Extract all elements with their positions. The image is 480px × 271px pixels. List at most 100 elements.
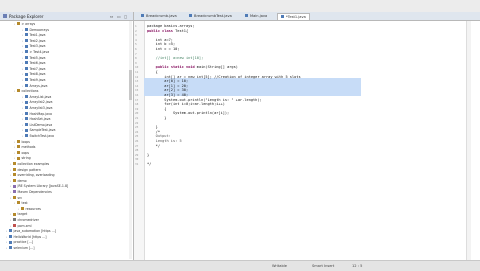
tree-item[interactable]: › Test6.java xyxy=(22,61,46,65)
tree-item-icon xyxy=(25,83,28,87)
tree-item[interactable]: › > arrays xyxy=(14,22,35,26)
minimize-icon[interactable]: ▭ xyxy=(117,14,121,19)
code-line[interactable]: public static void main(String[] args) xyxy=(147,65,238,69)
code-line[interactable]: ar[3] = 40; xyxy=(147,93,188,97)
tree-item[interactable]: › JRE System Library [JavaSE-1.8] xyxy=(10,184,68,188)
maximize-icon[interactable]: ◻ xyxy=(124,14,127,19)
code-line[interactable]: ar[0] = 10; xyxy=(147,79,188,83)
code-line[interactable]: { xyxy=(147,70,158,74)
line-number: 8 xyxy=(135,56,137,61)
tree-item-icon xyxy=(13,162,16,166)
tree-item-icon xyxy=(9,229,12,233)
tab-main[interactable]: Main.java xyxy=(242,13,270,19)
code-line[interactable]: { xyxy=(147,107,166,111)
tree-item[interactable]: › HelloWorld [https ...] xyxy=(6,235,46,239)
tree-item[interactable]: › src xyxy=(10,196,22,200)
tree-item[interactable]: › demo xyxy=(10,179,27,183)
tree-item-label: loops xyxy=(21,139,30,144)
tree-item[interactable]: › ListDemo.java xyxy=(22,123,52,127)
editor-tab-bar: Breadcrumb.java BreadcrumbTest.java Main… xyxy=(134,12,480,21)
tree-item-icon xyxy=(25,111,28,115)
tree-item[interactable]: › Arraylist2.java xyxy=(22,100,53,104)
tree-item[interactable]: › Test9.java xyxy=(22,78,46,82)
line-number: 21 xyxy=(135,116,139,120)
tree-item[interactable]: › ArrayList.java xyxy=(22,95,51,99)
tree-item[interactable]: › resources xyxy=(18,207,41,211)
tree-item[interactable]: › collections xyxy=(14,89,38,93)
tree-item[interactable]: › Arraylist3.java xyxy=(22,106,53,110)
tree-item[interactable]: › Test7.java xyxy=(22,67,46,71)
line-number: 13 xyxy=(135,79,139,84)
tree-item[interactable]: › test xyxy=(14,201,28,205)
status-cursor-position: 12 : 5 xyxy=(352,264,363,268)
tree-item[interactable]: › chromedriver xyxy=(10,218,39,222)
code-line[interactable]: ar[1] = 20; xyxy=(147,84,188,88)
tree-item-icon xyxy=(25,50,28,54)
code-line[interactable]: int b =5; xyxy=(147,42,176,46)
tab-test1[interactable]: *Test1.java xyxy=(277,13,310,20)
tree-item[interactable]: › target xyxy=(10,212,27,216)
tree-item[interactable]: › Test5.java xyxy=(22,56,46,60)
tree-item[interactable]: › oops xyxy=(14,151,29,155)
tree-item[interactable]: › Test3.java xyxy=(22,44,46,48)
tree-item[interactable]: › Test2.java xyxy=(22,39,46,43)
explorer-scrollbar[interactable] xyxy=(129,21,132,259)
tree-item[interactable]: › Maven Dependencies xyxy=(10,190,52,194)
tree-item[interactable]: › HashMap.java xyxy=(22,112,52,116)
tree-item-label: Demoarrays xyxy=(29,27,50,32)
code-line[interactable]: int a=7; xyxy=(147,38,173,42)
tree-item[interactable]: › Test1.java xyxy=(22,33,46,37)
code-line[interactable]: int c = 10; xyxy=(147,47,180,51)
tree-item-icon xyxy=(17,139,20,143)
code-line[interactable]: System.out.println(ar[i]); xyxy=(147,111,229,115)
collapse-all-icon[interactable]: ⇔ xyxy=(110,14,113,19)
tree-item[interactable]: › overriding, overloading xyxy=(10,173,55,177)
code-line[interactable]: for(int i=0;i<ar.length;i++) xyxy=(147,102,225,106)
code-line[interactable]: ar[2] = 30; xyxy=(147,88,188,92)
tree-item-label: string xyxy=(21,156,31,161)
code-line[interactable]: Length is: 5 xyxy=(147,139,182,143)
code-line[interactable]: Output: xyxy=(147,134,171,138)
tree-item[interactable]: › > Test4.java xyxy=(22,50,49,54)
tree-item[interactable]: › HashSet.java xyxy=(22,117,50,121)
tree-item[interactable]: › SampleTest.java xyxy=(22,128,55,132)
line-number: 4 xyxy=(135,37,137,42)
tree-item[interactable]: › string xyxy=(14,156,31,160)
tree-item[interactable]: › Demoarrays xyxy=(22,28,49,32)
code-line[interactable]: */ xyxy=(147,144,160,148)
code-line[interactable]: package basics.arrays; xyxy=(147,24,195,28)
code-line[interactable]: int[] ar = new int[5]; //Creation of int… xyxy=(147,75,300,79)
package-explorer-tab[interactable]: Package Explorer ⇔ ▭ ◻ xyxy=(0,12,133,21)
tree-item-label: test xyxy=(21,201,28,206)
line-number: 6 xyxy=(135,47,137,51)
tree-item-icon xyxy=(9,235,12,239)
tree-item[interactable]: › Arrays.java xyxy=(22,84,47,88)
tree-item[interactable]: › design pattern xyxy=(10,168,41,172)
line-number: 22 xyxy=(135,120,139,125)
tree-item-icon xyxy=(13,167,16,171)
tree-item[interactable]: › loops xyxy=(14,140,30,144)
tree-item[interactable]: › Test8.java xyxy=(22,72,46,76)
tree-item[interactable]: › selenium [...] xyxy=(6,246,35,250)
explorer-scroll-thumb[interactable] xyxy=(129,70,132,100)
code-line[interactable]: //int[] a=new int[10]; xyxy=(147,56,204,60)
tab-breadcrumb-test[interactable]: BreadcrumbTest.java xyxy=(186,13,235,19)
line-number: 7 xyxy=(135,51,137,56)
code-line[interactable]: public class Test1{ xyxy=(147,29,188,33)
tree-item[interactable]: › pom.xml xyxy=(10,224,31,228)
line-number: 28 xyxy=(135,148,139,153)
tab-breadcrumb[interactable]: Breadcrumb.java xyxy=(138,13,180,19)
code-line[interactable]: System.out.println("Length is: " +ar.len… xyxy=(147,98,261,102)
code-line[interactable]: } xyxy=(147,125,158,129)
tree-item[interactable]: › SwitchTest.java xyxy=(22,134,54,138)
tree-item[interactable]: › collection examples xyxy=(10,162,49,166)
code-line[interactable]: /* xyxy=(147,130,160,134)
tree-item[interactable]: › practice [...] xyxy=(6,240,33,244)
tree-item-icon xyxy=(25,27,28,31)
editor-scrollbar[interactable] xyxy=(466,21,471,260)
code-line[interactable]: } xyxy=(147,116,166,120)
tree-item[interactable]: › java_automation [https ...] xyxy=(6,229,56,233)
code-line[interactable]: } xyxy=(147,153,149,157)
tree-item[interactable]: › methods xyxy=(14,145,35,149)
code-line[interactable]: */ xyxy=(147,162,151,166)
